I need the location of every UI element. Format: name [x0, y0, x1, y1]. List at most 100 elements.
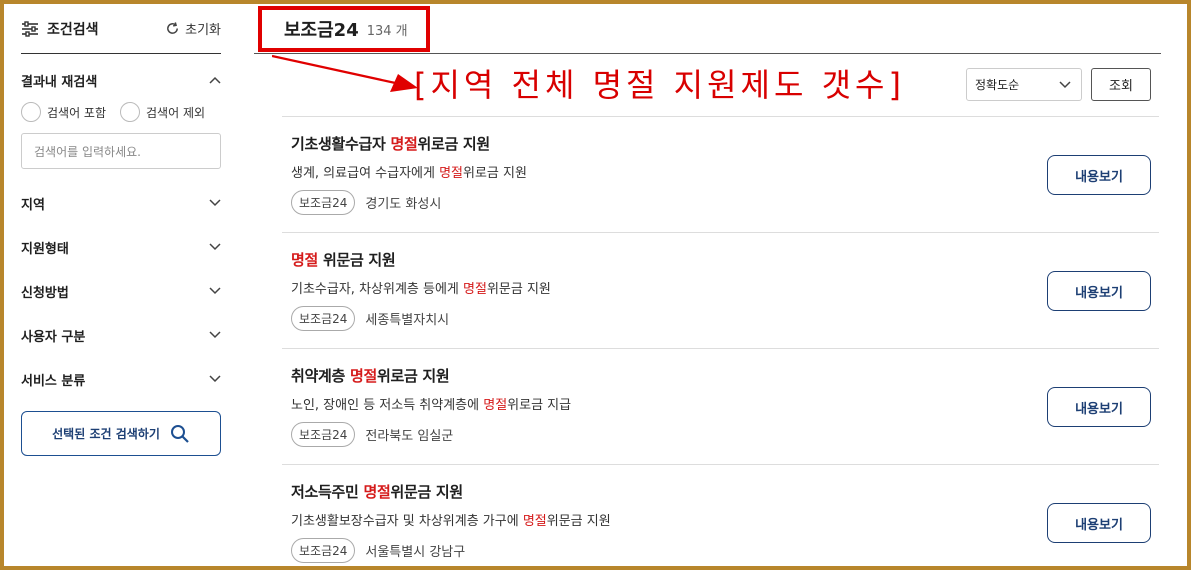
sort-select[interactable]: 정확도순	[966, 68, 1082, 101]
list-item: 저소득주민 명절위문금 지원 기초생활보장수급자 및 차상위계층 가구에 명절위…	[282, 464, 1159, 566]
research-title: 결과내 재검색	[21, 74, 98, 90]
view-details-button[interactable]: 내용보기	[1047, 271, 1151, 311]
item-title-pre: 취약계층	[291, 367, 350, 385]
item-desc-pre: 노인, 장애인 등 저소득 취약계층에	[291, 398, 484, 413]
item-meta: 보조금24 전라북도 임실군	[291, 422, 1159, 447]
results-count: 134 개	[366, 23, 408, 39]
item-title-pre: 기초생활수급자	[291, 135, 391, 153]
item-desc-post: 위로금 지원	[463, 166, 527, 181]
include-keyword-radio[interactable]: 검색어 포함	[21, 102, 106, 122]
list-item: 취약계층 명절위로금 지원 노인, 장애인 등 저소득 취약계층에 명절위로금 …	[282, 348, 1159, 464]
item-title-highlight: 명절	[291, 251, 319, 269]
filter-list: 지역 지원형태 신청방법 사용자 구분 서비스 분류	[21, 181, 221, 401]
research-section-toggle[interactable]: 결과내 재검색	[21, 54, 221, 98]
sliders-icon	[21, 20, 39, 37]
item-desc-highlight: 명절	[522, 514, 547, 529]
item-title-pre: 저소득주민	[291, 483, 364, 501]
results-title-box: 보조금24 134 개	[258, 6, 430, 52]
item-description: 노인, 장애인 등 저소득 취약계층에 명절위로금 지급	[291, 394, 1159, 413]
radio-circle[interactable]	[21, 102, 41, 122]
annotation-arrow-icon	[272, 54, 418, 92]
chevron-down-icon	[209, 375, 221, 383]
source-badge: 보조금24	[291, 190, 356, 215]
item-region: 서울특별시 강남구	[365, 545, 466, 560]
item-title-post: 위문금 지원	[318, 251, 396, 269]
filter-service-category[interactable]: 서비스 분류	[21, 357, 221, 401]
view-details-button[interactable]: 내용보기	[1047, 387, 1151, 427]
item-title-post: 위문금 지원	[390, 483, 463, 501]
chevron-down-icon	[209, 199, 221, 207]
filter-label: 신청방법	[21, 285, 69, 301]
filter-apply-method[interactable]: 신청방법	[21, 269, 221, 313]
filter-label: 사용자 구분	[21, 329, 86, 345]
item-desc-post: 위로금 지급	[507, 398, 572, 413]
item-description: 기초생활보장수급자 및 차상위계층 가구에 명절위문금 지원	[291, 510, 1159, 529]
chevron-up-icon	[209, 76, 221, 84]
filter-label: 지역	[21, 197, 45, 213]
query-button[interactable]: 조회	[1091, 68, 1151, 101]
annotation-label: [지역 전체 명절 지원제도 갯수]	[414, 66, 905, 104]
source-badge: 보조금24	[291, 422, 356, 447]
radio-circle[interactable]	[120, 102, 141, 122]
list-item: 명절 위문금 지원 기초수급자, 차상위계층 등에게 명절위문금 지원 보조금2…	[282, 232, 1159, 348]
sort-value: 정확도순	[975, 78, 1020, 92]
item-desc-post: 위문금 지원	[486, 282, 551, 297]
condition-search-heading: 조건검색	[21, 19, 99, 39]
item-desc-highlight: 명절	[463, 282, 487, 297]
item-region: 세종특별자치시	[365, 313, 450, 328]
item-description: 기초수급자, 차상위계층 등에게 명절위문금 지원	[291, 278, 1159, 297]
page-frame: 조건검색 초기화 결과내 재검색 검색어 포함 검색어 제외 검색어를 입력하세…	[4, 4, 1187, 566]
view-details-button[interactable]: 내용보기	[1047, 155, 1151, 195]
apply-conditions-label: 선택된 조건 검색하기	[52, 427, 160, 441]
source-badge: 보조금24	[291, 306, 356, 331]
refresh-icon	[165, 21, 180, 36]
results-list: 기초생활수급자 명절위로금 지원 생계, 의료급여 수급자에게 명절위로금 지원…	[282, 116, 1159, 566]
item-desc-highlight: 명절	[439, 166, 464, 181]
source-badge: 보조금24	[291, 538, 356, 563]
filter-label: 지원형태	[21, 241, 69, 257]
item-title-highlight: 명절	[363, 483, 391, 501]
results-title: 보조금24	[284, 20, 359, 41]
apply-conditions-button[interactable]: 선택된 조건 검색하기	[21, 411, 221, 456]
sidebar-header-label: 조건검색	[47, 21, 99, 38]
filter-region[interactable]: 지역	[21, 181, 221, 225]
results-panel: 보조금24 134 개 [지역 전체 명절 지원제도 갯수] 정확도순 조회 기…	[254, 4, 1161, 566]
item-desc-pre: 기초수급자, 차상위계층 등에게	[291, 282, 464, 297]
exclude-keyword-radio[interactable]: 검색어 제외	[120, 102, 205, 122]
item-meta: 보조금24 세종특별자치시	[291, 306, 1159, 331]
chevron-down-icon	[1059, 80, 1071, 89]
reset-button[interactable]: 초기화	[165, 19, 221, 38]
item-title[interactable]: 취약계층 명절위로금 지원	[291, 365, 1159, 386]
item-description: 생계, 의료급여 수급자에게 명절위로금 지원	[291, 162, 1159, 181]
item-title-highlight: 명절	[349, 367, 377, 385]
filter-label: 서비스 분류	[21, 373, 86, 389]
chevron-down-icon	[209, 243, 221, 251]
list-item: 기초생활수급자 명절위로금 지원 생계, 의료급여 수급자에게 명절위로금 지원…	[282, 116, 1159, 232]
item-title-post: 위로금 지원	[417, 135, 490, 153]
search-icon	[170, 424, 190, 444]
item-title[interactable]: 저소득주민 명절위문금 지원	[291, 481, 1159, 502]
sidebar-header: 조건검색 초기화	[21, 4, 221, 54]
item-desc-highlight: 명절	[483, 398, 508, 413]
filter-support-type[interactable]: 지원형태	[21, 225, 221, 269]
item-region: 경기도 화성시	[365, 197, 442, 212]
research-search-input[interactable]: 검색어를 입력하세요.	[21, 133, 221, 169]
item-meta: 보조금24 서울특별시 강남구	[291, 538, 1159, 563]
chevron-down-icon	[209, 287, 221, 295]
filter-user-type[interactable]: 사용자 구분	[21, 313, 221, 357]
item-title[interactable]: 명절 위문금 지원	[291, 249, 1159, 270]
item-title-highlight: 명절	[390, 135, 418, 153]
item-meta: 보조금24 경기도 화성시	[291, 190, 1159, 215]
view-details-button[interactable]: 내용보기	[1047, 503, 1151, 543]
item-title[interactable]: 기초생활수급자 명절위로금 지원	[291, 133, 1159, 154]
item-desc-post: 위문금 지원	[546, 514, 611, 529]
results-header: 보조금24 134 개	[254, 4, 1161, 54]
item-region: 전라북도 임실군	[365, 429, 454, 444]
filter-sidebar: 조건검색 초기화 결과내 재검색 검색어 포함 검색어 제외 검색어를 입력하세…	[21, 4, 221, 566]
item-desc-pre: 기초생활보장수급자 및 차상위계층 가구에	[291, 514, 523, 529]
include-label: 검색어 포함	[47, 105, 107, 120]
research-radio-group: 검색어 포함 검색어 제외	[21, 102, 221, 122]
item-title-post: 위로금 지원	[376, 367, 450, 385]
exclude-label: 검색어 제외	[146, 105, 206, 120]
chevron-down-icon	[209, 331, 221, 339]
